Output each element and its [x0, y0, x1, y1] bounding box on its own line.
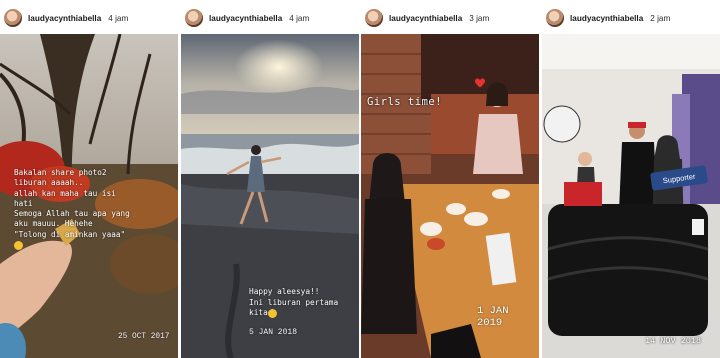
- story-date: 5 JAN 2018: [249, 328, 298, 337]
- post-time: 2 jam: [650, 13, 671, 23]
- smile-emoji-icon: [267, 308, 277, 318]
- username[interactable]: laudyacynthiabella: [209, 14, 282, 23]
- avatar[interactable]: [364, 8, 384, 28]
- post-time: 4 jam: [289, 13, 310, 23]
- story-progress-bar: [545, 3, 717, 5]
- smile-emoji-icon: [14, 240, 23, 250]
- story-header: laudyacynthiabella 3 jam: [364, 7, 536, 29]
- story-caption: Happy aleesya!! Ini liburan pertama kita: [249, 287, 338, 319]
- story-header: laudyacynthiabella 4 jam: [3, 7, 175, 29]
- username[interactable]: laudyacynthiabella: [28, 14, 101, 23]
- story-progress-bar: [3, 3, 175, 5]
- caption-line: Ini liburan pertama: [249, 297, 339, 307]
- caption-line: kita: [249, 308, 268, 317]
- caption-line: liburan aaaah..: [14, 178, 84, 188]
- story-date: 14 NOV 2018: [645, 336, 702, 346]
- heart-sticker-icon: [475, 78, 485, 88]
- story-panel-2[interactable]: laudyacynthiabella 4 jam Happy aleesya!!…: [181, 0, 359, 358]
- story-header: laudyacynthiabella 2 jam: [545, 7, 717, 29]
- story-date: 1 JAN 2019: [477, 305, 509, 329]
- caption-line: Bakalan share photo2: [14, 168, 107, 177]
- caption-line: "Tolong di aminkan yaaa": [14, 229, 126, 239]
- caption-line: aku mauuu. Hehehe: [14, 219, 93, 229]
- story-panel-4[interactable]: laudyacynthiabella 2 jam Supporter 14 NO…: [542, 0, 720, 358]
- caption-line: allah kan maha tau isi: [14, 188, 116, 198]
- story-date: 25 OCT 2017: [118, 333, 170, 341]
- username[interactable]: laudyacynthiabella: [570, 14, 643, 23]
- avatar[interactable]: [3, 8, 23, 28]
- username[interactable]: laudyacynthiabella: [389, 14, 462, 23]
- avatar[interactable]: [545, 8, 565, 28]
- post-time: 3 jam: [469, 13, 490, 23]
- caption-line: Happy aleesya!!: [249, 287, 320, 296]
- story-caption: Girls time!: [367, 96, 443, 108]
- avatar[interactable]: [184, 8, 204, 28]
- story-panel-1[interactable]: laudyacynthiabella 4 jam Bakalan share p…: [0, 0, 178, 358]
- story-progress-bar: [364, 3, 536, 5]
- story-photo-airport: [542, 34, 720, 358]
- caption-line: hati: [14, 198, 33, 208]
- story-header: laudyacynthiabella 4 jam: [184, 7, 356, 29]
- story-panel-3[interactable]: laudyacynthiabella 3 jam Girls time! 1 J…: [361, 0, 539, 358]
- post-time: 4 jam: [108, 13, 129, 23]
- story-caption: Bakalan share photo2 liburan aaaah.. allah…: [14, 168, 130, 250]
- story-progress-bar: [184, 3, 356, 5]
- caption-line: Semoga Allah tau apa yang: [14, 209, 130, 219]
